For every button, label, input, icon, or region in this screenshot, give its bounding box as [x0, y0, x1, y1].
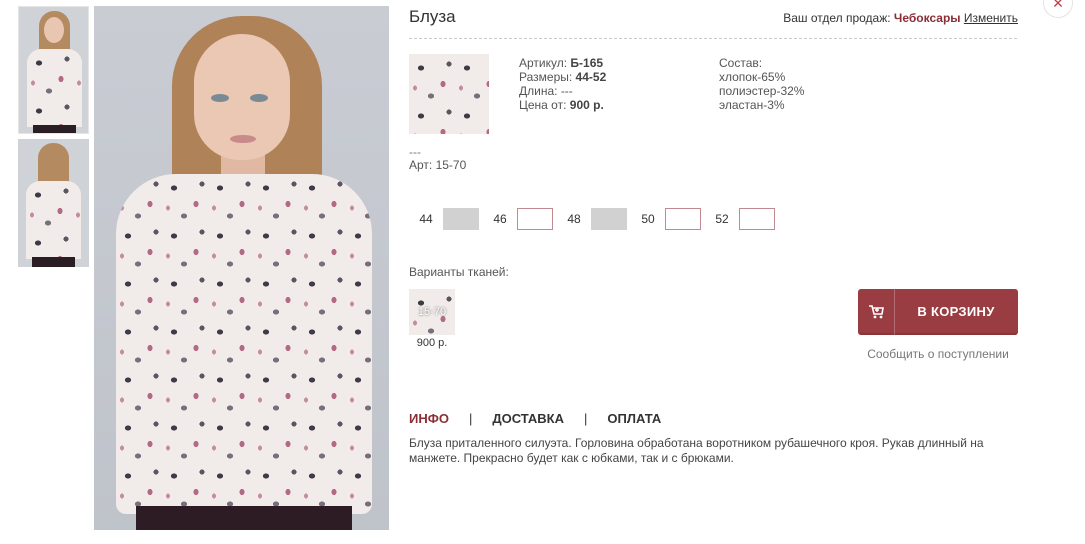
- tab-separator: |: [584, 411, 588, 426]
- price-value: 900 р.: [569, 98, 604, 112]
- department-city: Чебоксары: [893, 11, 961, 25]
- fabric-swatch: [409, 54, 489, 134]
- sizes-label: Размеры:: [519, 70, 576, 84]
- price-label: Цена от:: [519, 98, 570, 112]
- fabric-variants-label: Варианты тканей:: [409, 265, 509, 279]
- change-department-link[interactable]: Изменить: [964, 11, 1018, 25]
- dash-placeholder: ---: [409, 145, 421, 159]
- tab-payment[interactable]: ОПЛАТА: [607, 411, 661, 426]
- composition-item: хлопок-65%: [719, 70, 786, 84]
- product-title: Блуза: [409, 7, 456, 26]
- composition-title: Состав:: [719, 56, 763, 70]
- size-selector: 44 46 48 50 52: [409, 207, 779, 231]
- main-product-photo: [94, 6, 389, 530]
- size-label: 52: [715, 212, 729, 226]
- add-to-cart-button[interactable]: В КОРЗИНУ: [858, 289, 1018, 335]
- header-divider: [409, 38, 1017, 39]
- close-icon[interactable]: ✕: [1043, 0, 1073, 18]
- size-label: 50: [641, 212, 655, 226]
- size-50-quantity[interactable]: [665, 208, 701, 230]
- length-value: ---: [560, 84, 573, 98]
- sizes-value: 44-52: [575, 70, 607, 84]
- info-tabs: ИНФО | ДОСТАВКА | ОПЛАТА: [409, 411, 661, 426]
- size-label: 44: [419, 212, 433, 226]
- size-label: 48: [567, 212, 581, 226]
- size-48-quantity: [591, 208, 627, 230]
- art-code: Арт: 15-70: [409, 158, 467, 172]
- thumbnail-front[interactable]: [18, 6, 89, 134]
- tab-separator: |: [468, 411, 473, 426]
- sales-department: Ваш отдел продаж: Чебоксары Изменить: [783, 11, 1018, 25]
- fabric-variant-price: 900 р.: [416, 337, 448, 349]
- add-to-cart-label: В КОРЗИНУ: [917, 304, 995, 319]
- product-description: Блуза приталенного силуэта. Горловина об…: [409, 436, 984, 465]
- tab-info[interactable]: ИНФО: [409, 411, 449, 426]
- length-label: Длина:: [519, 84, 561, 98]
- notify-arrival-link[interactable]: Сообщить о поступлении: [858, 347, 1018, 361]
- size-label: 46: [493, 212, 507, 226]
- fabric-variant[interactable]: 15-70: [409, 289, 455, 335]
- cart-icon: [869, 305, 884, 319]
- thumbnail-back[interactable]: [18, 139, 89, 267]
- composition-item: эластан-3%: [719, 98, 785, 112]
- size-44-quantity: [443, 208, 479, 230]
- composition: Состав: хлопок-65% полиэстер-32% эластан…: [719, 56, 804, 112]
- department-label: Ваш отдел продаж:: [783, 11, 894, 25]
- fabric-variant-code: 15-70: [417, 306, 447, 318]
- composition-item: полиэстер-32%: [719, 84, 805, 98]
- article-value: Б-165: [570, 56, 604, 70]
- size-46-quantity[interactable]: [517, 208, 553, 230]
- product-meta: Артикул: Б-165 Размеры: 44-52 Длина: ---…: [519, 56, 606, 112]
- article-label: Артикул:: [519, 56, 571, 70]
- tab-delivery[interactable]: ДОСТАВКА: [492, 411, 564, 426]
- size-52-quantity[interactable]: [739, 208, 775, 230]
